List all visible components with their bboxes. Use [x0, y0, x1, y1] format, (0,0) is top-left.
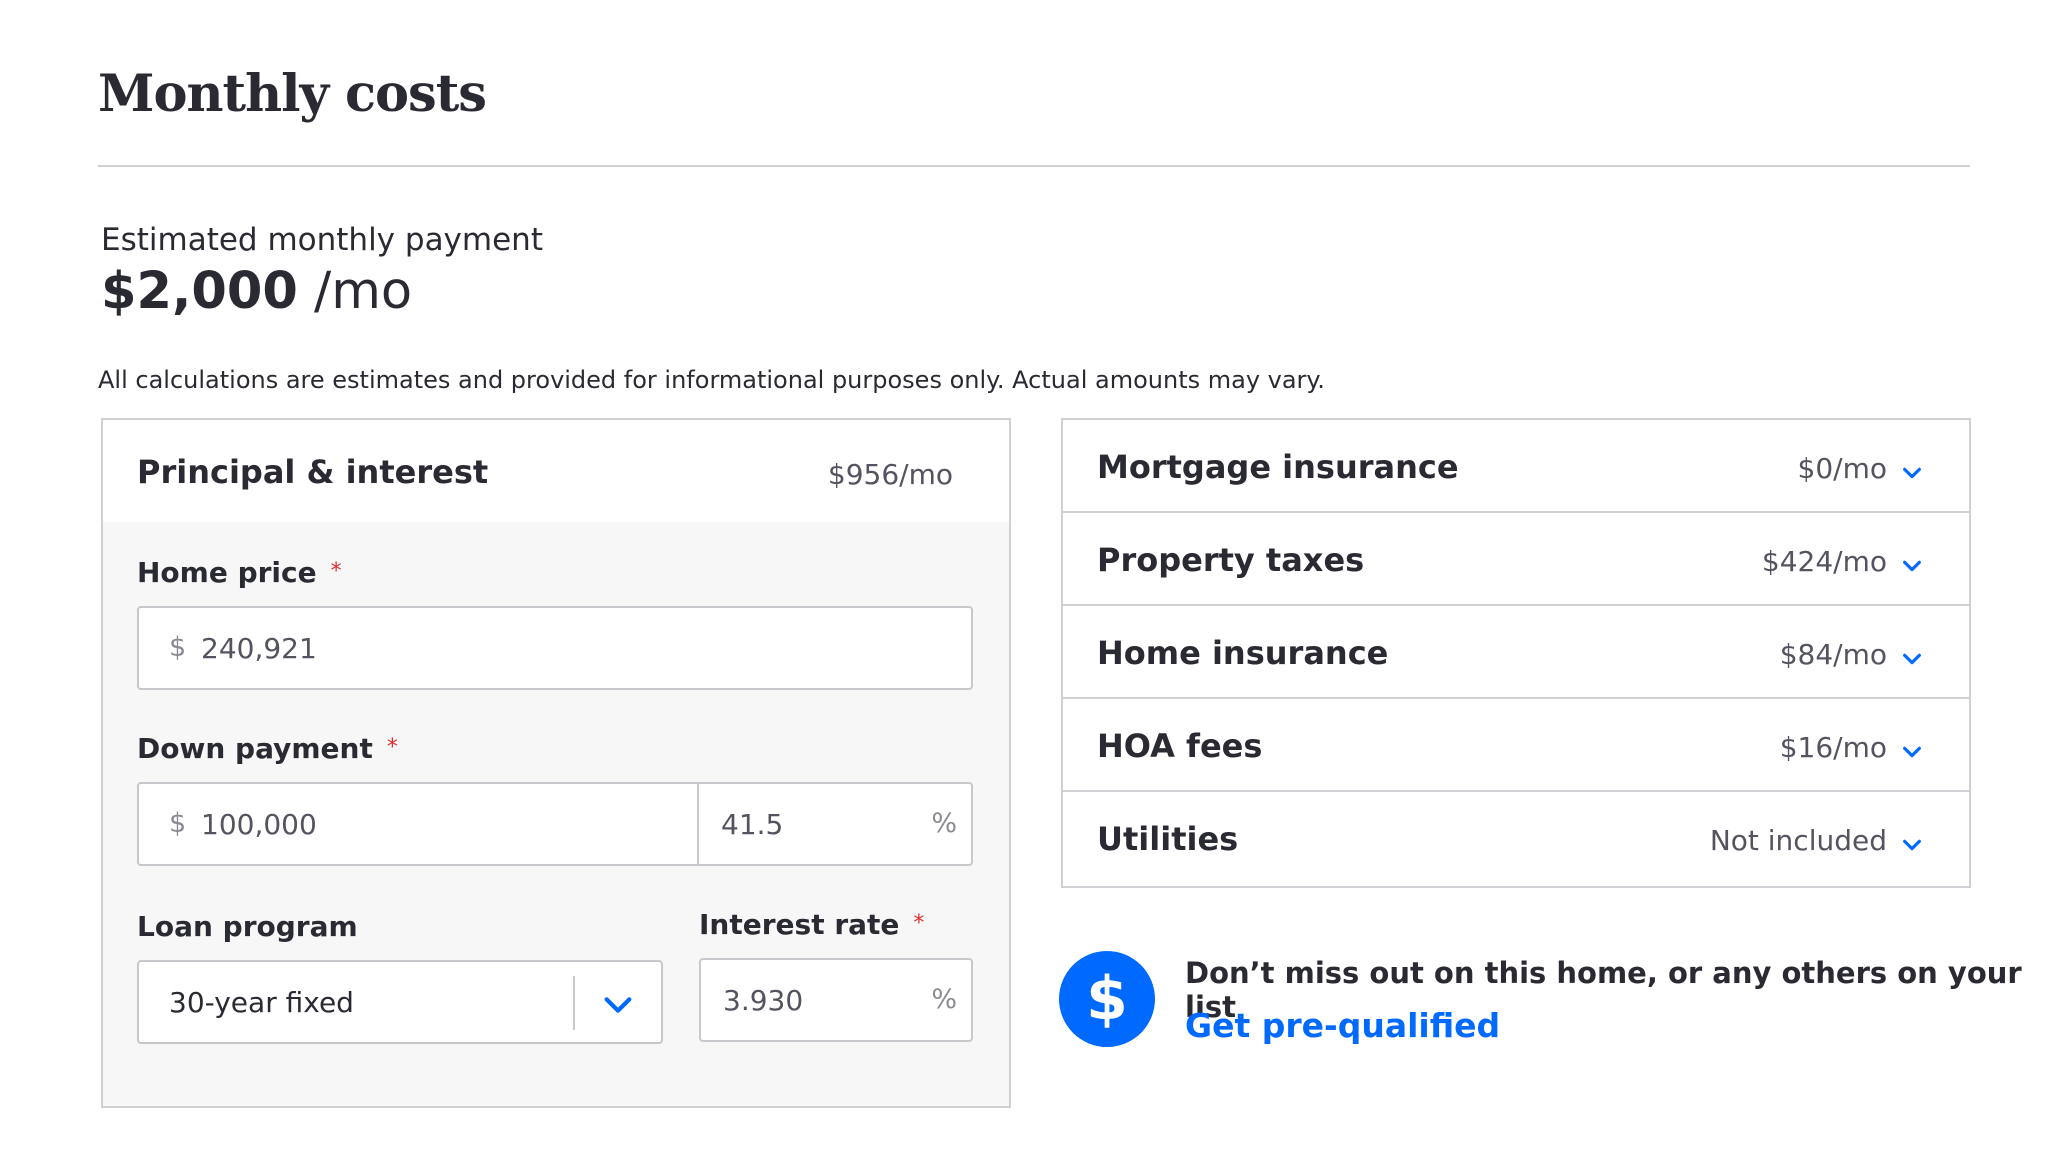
estimate-amount-unit: /mo [314, 262, 413, 321]
required-mark: * [330, 559, 342, 584]
principal-interest-label: Principal & interest [137, 453, 489, 491]
cost-row-value: $16/mo [1779, 731, 1887, 764]
cost-row-label: Mortgage insurance [1097, 448, 1459, 486]
home-price-field[interactable]: $ 240,921 [137, 606, 973, 690]
get-prequalified-link[interactable]: Get pre-qualified [1185, 1006, 1500, 1045]
estimate-label: Estimated monthly payment [101, 222, 543, 258]
disclaimer: All calculations are estimates and provi… [98, 366, 1325, 394]
down-payment-percent-input[interactable]: 41.5 [721, 808, 783, 841]
cost-row-label: Utilities [1097, 820, 1239, 858]
cost-row-value: Not included [1709, 824, 1887, 857]
dollar-icon: $ [1059, 951, 1155, 1047]
home-price-prefix: $ [169, 632, 187, 663]
cost-row-mortgage-insurance[interactable]: Mortgage insurance $0/mo [1063, 420, 1969, 513]
chevron-down-icon[interactable] [1901, 555, 1923, 577]
home-price-label-text: Home price [137, 556, 317, 589]
interest-rate-field[interactable]: 3.930 % [699, 958, 973, 1042]
principal-interest-header: Principal & interest $956/mo [103, 420, 1009, 522]
down-payment-prefix: $ [169, 808, 187, 839]
down-payment-label: Down payment * [137, 732, 398, 765]
cost-row-label: Property taxes [1097, 541, 1365, 579]
down-payment-percent-field[interactable]: 41.5 % [697, 782, 973, 866]
down-payment-amount-input[interactable]: 100,000 [201, 808, 317, 841]
chevron-down-icon[interactable] [1901, 834, 1923, 856]
cost-row-value: $0/mo [1797, 452, 1887, 485]
home-price-label: Home price * [137, 556, 342, 589]
cost-row-label: HOA fees [1097, 727, 1263, 765]
interest-rate-input[interactable]: 3.930 [723, 984, 803, 1017]
cost-row-utilities[interactable]: Utilities Not included [1063, 792, 1969, 885]
required-mark: * [913, 911, 925, 936]
estimate-amount-value: $2,000 [101, 262, 298, 321]
cost-row-value: $424/mo [1761, 545, 1887, 578]
principal-interest-card: Principal & interest $956/mo Home price *… [101, 418, 1011, 1108]
chevron-down-icon [604, 997, 632, 1013]
chevron-down-icon[interactable] [1901, 741, 1923, 763]
estimate-amount: $2,000 /mo [101, 262, 412, 321]
cost-row-hoa-fees[interactable]: HOA fees $16/mo [1063, 699, 1969, 792]
interest-rate-label: Interest rate * [699, 908, 924, 941]
down-payment-amount-field[interactable]: $ 100,000 [137, 782, 699, 866]
percent-suffix: % [931, 808, 957, 839]
home-price-input[interactable]: 240,921 [201, 632, 317, 665]
title-divider [98, 165, 1970, 167]
cost-row-home-insurance[interactable]: Home insurance $84/mo [1063, 606, 1969, 699]
chevron-down-icon[interactable] [1901, 648, 1923, 670]
cost-row-property-taxes[interactable]: Property taxes $424/mo [1063, 513, 1969, 606]
percent-suffix: % [931, 984, 957, 1015]
loan-program-label: Loan program [137, 910, 358, 943]
select-divider [573, 976, 575, 1030]
interest-rate-label-text: Interest rate [699, 908, 900, 941]
monthly-costs-list: Mortgage insurance $0/mo Property taxes … [1061, 418, 1971, 888]
chevron-down-icon[interactable] [1901, 462, 1923, 484]
loan-program-select[interactable]: 30-year fixed [137, 960, 663, 1044]
down-payment-label-text: Down payment [137, 732, 373, 765]
principal-interest-value: $956/mo [827, 458, 953, 491]
required-mark: * [386, 735, 398, 760]
cost-row-label: Home insurance [1097, 634, 1389, 672]
cost-row-value: $84/mo [1779, 638, 1887, 671]
page-title: Monthly costs [98, 64, 487, 124]
loan-program-selected: 30-year fixed [169, 986, 354, 1019]
